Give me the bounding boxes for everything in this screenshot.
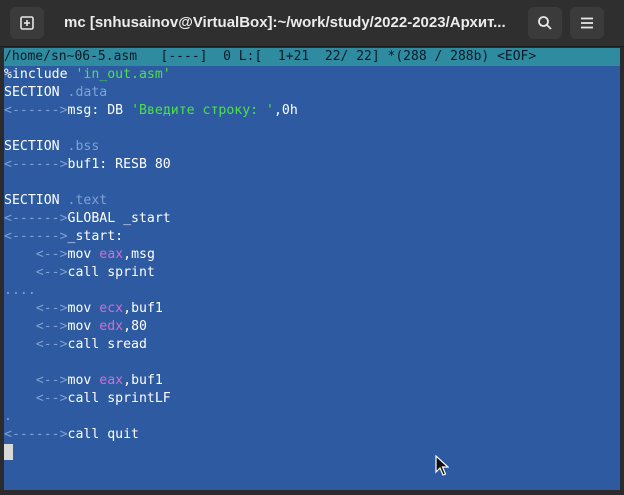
hamburger-menu-icon [581,17,593,29]
code-token: <--> [4,265,68,280]
code-token: ,0h [273,103,298,118]
window-title: mc [snhusainov@VirtualBox]:~/work/study/… [64,14,506,31]
code-token: ecx [99,301,124,316]
code-token: edx [99,319,124,334]
code-token: mov [67,319,100,334]
cursor-line [4,444,620,462]
code-token: <------> [4,157,68,172]
code-token: mov [67,301,100,316]
code-token: ,buf1 [123,301,163,316]
code-line: SECTION .data [4,84,620,102]
code-token: SECTION [4,193,68,208]
code-token: SECTION [4,139,68,154]
code-line: <------>buf1: RESB 80 [4,156,620,174]
code-token: <--> [4,319,68,334]
code-token: .data [67,85,108,100]
code-token: _start: [67,229,124,244]
editor-status-bar: /home/sn~06-5.asm [----] 0 L:[ 1+21 22/ … [4,48,620,66]
code-line: <-->mov edx,80 [4,318,620,336]
new-tab-button[interactable] [10,7,44,39]
code-token: eax [99,373,124,388]
code-token: <--> [4,337,68,352]
window-edge [620,48,624,490]
new-tab-icon [20,16,34,30]
code-token: SECTION [4,85,68,100]
code-line: <-->mov eax,buf1 [4,372,620,390]
mouse-pointer-icon [435,455,449,476]
code-line: <-->call sprint [4,264,620,282]
code-line: %include 'in_out.asm' [4,66,620,84]
code-token: .bss [67,139,100,154]
window-titlebar: mc [snhusainov@VirtualBox]:~/work/study/… [0,0,624,47]
code-line: <------>GLOBAL _start [4,210,620,228]
code-token: 'Введите строку: ' [131,103,274,118]
code-line: SECTION .text [4,192,620,210]
code-token: .text [67,193,108,208]
code-line: <------>call quit [4,426,620,444]
code-token: <--> [4,373,68,388]
code-lines: %include 'in_out.asm' SECTION .data <-----… [4,66,620,444]
code-token: msg: DB [67,103,132,118]
code-token: <------> [4,229,68,244]
code-token: 'in_out.asm' [75,67,171,82]
code-line: <-->mov ecx,buf1 [4,300,620,318]
code-token: GLOBAL _start [67,211,171,226]
code-line: <-->mov eax,msg [4,246,620,264]
code-line: SECTION .bss [4,138,620,156]
code-token: ,msg [123,247,155,262]
code-token: call sprintLF [67,391,171,406]
code-line: <-->call sprintLF [4,390,620,408]
editor-area[interactable]: /home/sn~06-5.asm [----] 0 L:[ 1+21 22/ … [4,48,620,490]
search-button[interactable] [528,7,562,39]
code-token: <--> [4,247,68,262]
code-token: call sread [67,337,147,352]
text-cursor [4,444,13,460]
code-line: <-->call sread [4,336,620,354]
code-line: . [4,408,620,426]
code-token: eax [99,247,124,262]
code-token: mov [67,247,100,262]
code-line: .... [4,282,620,300]
code-token: <------> [4,103,68,118]
code-token: %include [4,67,76,82]
code-line: <------>msg: DB 'Введите строку: ',0h [4,102,620,120]
code-token: . [4,409,12,424]
menu-button[interactable] [570,7,604,39]
code-token: <--> [4,391,68,406]
code-token: <------> [4,427,68,442]
search-icon [538,16,552,30]
code-token: call quit [67,427,139,442]
code-token: mov [67,373,100,388]
code-token: ,buf1 [123,373,163,388]
code-token: <--> [4,301,68,316]
code-token: ,80 [123,319,147,334]
code-token: <------> [4,211,68,226]
code-token: call sprint [67,265,155,280]
code-token: .... [4,283,36,298]
code-token: buf1: RESB 80 [67,157,171,172]
code-line: <------>_start: [4,228,620,246]
